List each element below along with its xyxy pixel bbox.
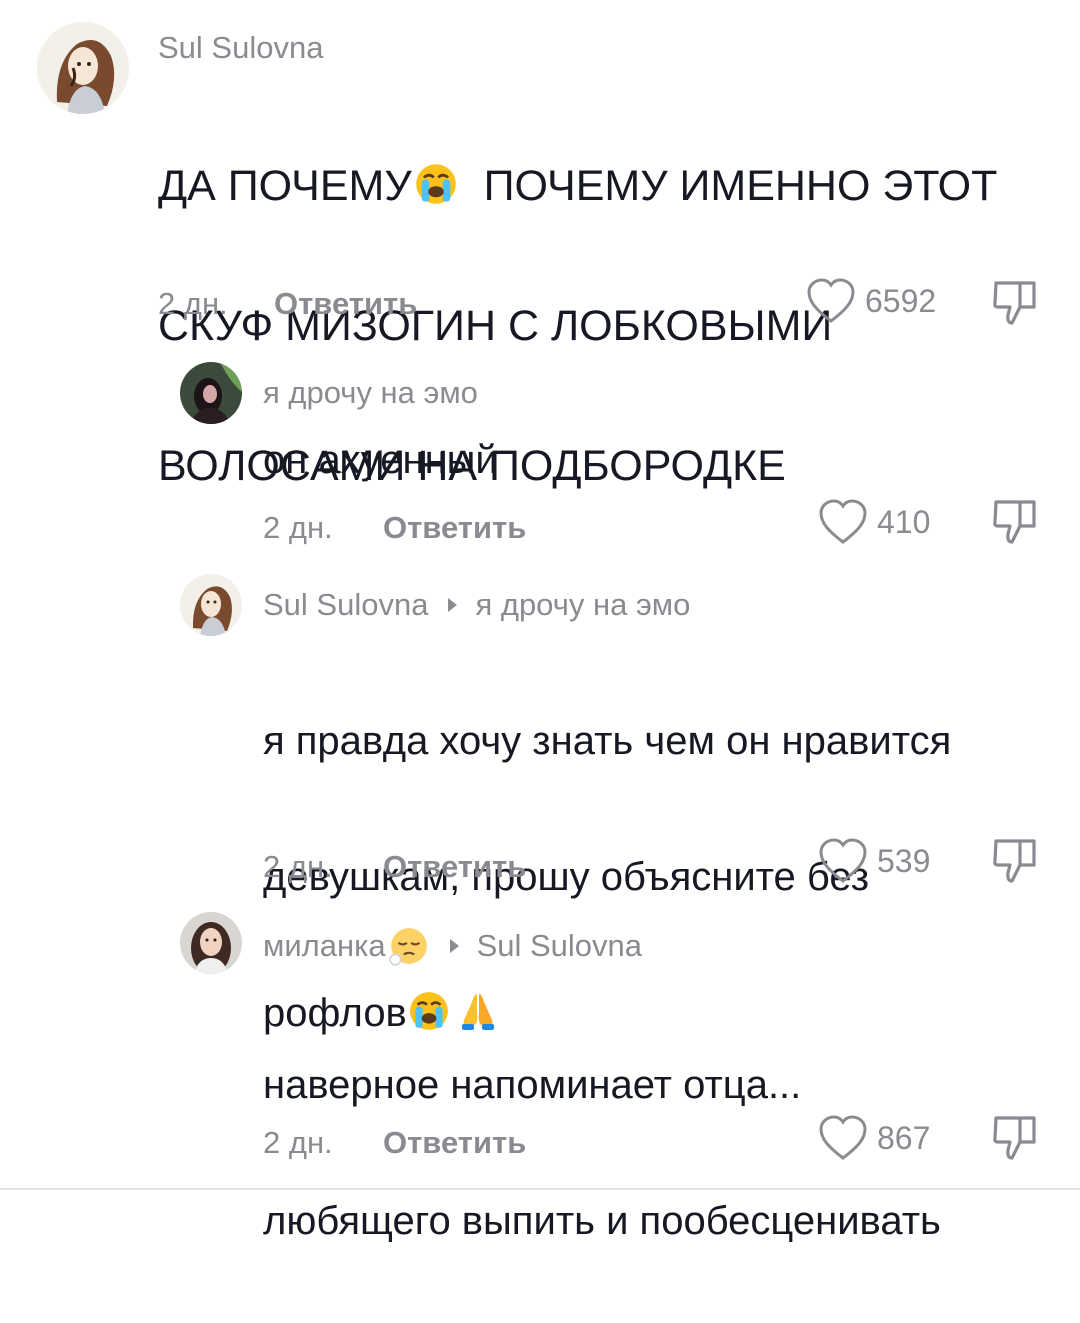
dislike-button[interactable]: [990, 1112, 1042, 1164]
dislike-button[interactable]: [990, 496, 1042, 548]
username[interactable]: миланка Sul Sulovna: [263, 925, 642, 967]
thumbs-down-icon: [993, 1116, 1036, 1160]
dark-photo-avatar-icon: [180, 362, 242, 424]
crying-face-icon: [415, 164, 456, 204]
sleepy-face-icon: [388, 928, 427, 966]
like-button[interactable]: 6592: [805, 277, 936, 325]
thumbs-down-icon: [993, 500, 1036, 544]
comment-text-line: ПОЧЕМУ ИМЕННО ЭТОТ: [483, 162, 998, 210]
heart-outline-icon: [819, 1115, 867, 1160]
like-count: 867: [877, 1119, 931, 1156]
reply-arrow-icon: [449, 939, 459, 953]
reply-button[interactable]: Ответить: [383, 849, 526, 885]
dislike-button[interactable]: [990, 835, 1042, 887]
username[interactable]: Sul Sulovna я дрочу на эмо: [263, 587, 690, 623]
like-button[interactable]: 539: [817, 837, 930, 885]
dislike-button[interactable]: [990, 277, 1042, 329]
reply-button[interactable]: Ответить: [274, 286, 417, 322]
reply-button[interactable]: Ответить: [383, 510, 526, 546]
avatar[interactable]: [37, 22, 129, 114]
reply-arrow-icon: [448, 598, 458, 612]
woman-drawing-avatar-icon: [180, 574, 242, 636]
username-text: я дрочу на эмо: [263, 375, 478, 410]
divider: [0, 1188, 1080, 1190]
like-button[interactable]: 867: [817, 1114, 930, 1162]
like-count: 539: [877, 842, 931, 879]
avatar[interactable]: [180, 912, 242, 974]
heart-outline-icon: [819, 499, 867, 544]
username-text: Sul Sulovna: [263, 587, 429, 622]
username[interactable]: Sul Sulovna: [158, 30, 323, 66]
girl-photo-avatar-icon: [180, 912, 242, 974]
thumbs-down-icon: [993, 839, 1036, 883]
username[interactable]: я дрочу на эмо: [263, 375, 478, 411]
comment-text-line: я правда хочу знать чем он нравится: [263, 719, 952, 763]
heart-outline-icon: [807, 278, 855, 323]
comment-age: 2 дн.: [158, 286, 228, 321]
comment-age: 2 дн.: [263, 510, 333, 545]
comment-text-line: любящего выпить и пообесценивать: [263, 1199, 941, 1243]
comment-age: 2 дн.: [263, 849, 333, 884]
reply-button[interactable]: Ответить: [383, 1125, 526, 1161]
heart-outline-icon: [819, 838, 867, 883]
like-button[interactable]: 410: [817, 498, 930, 546]
thumbs-down-icon: [993, 281, 1036, 325]
username-text: Sul Sulovna: [158, 30, 324, 65]
reply-to-username[interactable]: Sul Sulovna: [477, 928, 642, 964]
reply-to-username[interactable]: я дрочу на эмо: [475, 587, 690, 623]
comment-text-line: ДА ПОЧЕМУ: [158, 162, 412, 210]
username-text: миланка: [263, 928, 386, 963]
woman-drawing-avatar-icon: [37, 22, 129, 114]
avatar[interactable]: [180, 362, 242, 424]
like-count: 6592: [865, 282, 937, 319]
comment-age: 2 дн.: [263, 1125, 333, 1160]
like-count: 410: [877, 503, 931, 540]
comment-text-line: наверное напоминает отца...: [263, 1063, 802, 1107]
comment-text: он ахуенный: [263, 438, 498, 482]
avatar[interactable]: [180, 574, 242, 636]
